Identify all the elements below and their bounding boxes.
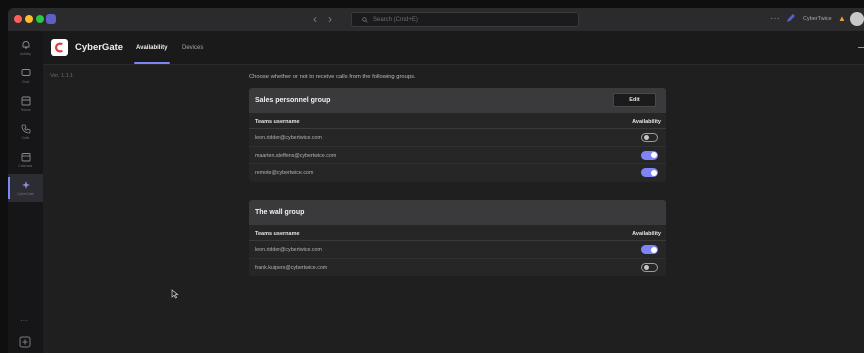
rail-item-teams[interactable]: Teams [8, 90, 43, 118]
availability-toggle[interactable] [641, 262, 658, 272]
edit-button[interactable]: Edit [613, 93, 656, 107]
rail-item-calendar[interactable]: Calendar [8, 146, 43, 174]
column-header-username: Teams username [255, 119, 300, 125]
toggle-knob [650, 246, 657, 253]
group-title: Sales personnel group [255, 97, 331, 104]
table-header: Teams username Availability [249, 225, 666, 241]
availability-toggle[interactable] [641, 150, 658, 160]
username: leon.ridder@cybertwice.com [255, 247, 322, 253]
rail-label: Calls [21, 136, 30, 140]
bell-icon [22, 41, 29, 49]
username: maarten.steffens@cybertwice.com [255, 152, 337, 159]
table-row: remote@cybertwice.com [249, 164, 666, 182]
warning-icon: ▲ [838, 14, 846, 23]
intro-text: Choose whether or not to receive calls f… [249, 74, 416, 80]
active-tab-indicator [134, 62, 170, 64]
rail-item-cybergate[interactable]: CyberGate [8, 174, 43, 202]
group-card-sales: Sales personnel group Edit Teams usernam… [249, 88, 666, 182]
rail-label: Calendar [18, 164, 33, 168]
teams-logo-icon [46, 14, 56, 24]
pencil-icon[interactable] [786, 13, 796, 23]
availability-toggle[interactable] [641, 133, 658, 142]
rail-label: Chat [21, 80, 30, 84]
close-window-button[interactable] [14, 15, 22, 23]
table-header: Teams username Availability [249, 113, 666, 129]
rail-item-activity[interactable]: Activity [8, 34, 43, 62]
table-row: leon.ridder@cybertwice.com [249, 129, 666, 147]
maximize-window-button[interactable] [36, 15, 44, 23]
cybergate-logo-icon [51, 39, 68, 56]
app-title: CyberGate [75, 42, 124, 53]
group-header: The wall group [249, 200, 666, 225]
username: frank.kuipers@cybertwice.com [255, 264, 328, 271]
availability-toggle[interactable] [641, 168, 658, 177]
rail-label: CyberGate [17, 192, 34, 196]
title-bar: ‹ › Search (Cmd+E) ··· CyberTwice ▲ [8, 8, 864, 31]
cybergate-icon [21, 181, 30, 189]
forward-button[interactable]: › [328, 12, 332, 26]
chat-icon [21, 69, 30, 76]
column-header-availability: Availability [632, 231, 661, 237]
version-label: Ver. 1.1.1 [50, 73, 74, 79]
username: leon.ridder@cybertwice.com [255, 135, 322, 141]
more-options-button[interactable]: ··· [770, 13, 780, 24]
group-card-wall: The wall group Teams username Availabili… [249, 200, 666, 276]
toggle-knob [643, 264, 649, 270]
org-name: CyberTwice [803, 16, 832, 22]
main-content: Ver. 1.1.1 Choose whether or not to rece… [43, 65, 864, 353]
more-apps-button[interactable]: ··· [20, 316, 28, 325]
toggle-knob [650, 152, 657, 158]
rail-label: Teams [20, 108, 31, 112]
calendar-icon [21, 153, 30, 162]
avatar[interactable] [850, 12, 864, 26]
column-header-availability: Availability [632, 119, 661, 125]
tab-devices[interactable]: Devices [182, 45, 203, 51]
teams-icon [21, 96, 30, 106]
apps-icon[interactable] [19, 336, 31, 348]
column-header-username: Teams username [255, 231, 300, 237]
table-row: leon.ridder@cybertwice.com [249, 241, 666, 259]
availability-toggle[interactable] [641, 245, 658, 254]
minimize-panel-button[interactable] [858, 47, 864, 48]
rail-item-calls[interactable]: Calls [8, 118, 43, 146]
toggle-knob [643, 135, 649, 140]
group-title: The wall group [255, 209, 305, 216]
toggle-knob [650, 169, 657, 176]
phone-icon [21, 124, 30, 134]
mouse-pointer-icon [171, 289, 179, 299]
app-header: CyberGate Availability Devices [43, 31, 864, 65]
username: remote@cybertwice.com [255, 170, 314, 176]
search-icon [362, 16, 368, 23]
search-placeholder: Search (Cmd+E) [373, 16, 418, 23]
group-header: Sales personnel group Edit [249, 88, 666, 113]
rail-item-chat[interactable]: Chat [8, 62, 43, 90]
teams-window: ‹ › Search (Cmd+E) ··· CyberTwice ▲ Acti… [8, 8, 864, 353]
rail-label: Activity [19, 52, 32, 56]
table-row: maarten.steffens@cybertwice.com [249, 147, 666, 164]
search-input[interactable]: Search (Cmd+E) [351, 12, 579, 27]
left-rail: Activity Chat Teams Calls Calendar Cyber… [8, 31, 43, 353]
minimize-window-button[interactable] [25, 15, 33, 23]
tab-availability[interactable]: Availability [136, 45, 167, 51]
back-button[interactable]: ‹ [313, 12, 317, 26]
table-row: frank.kuipers@cybertwice.com [249, 259, 666, 277]
